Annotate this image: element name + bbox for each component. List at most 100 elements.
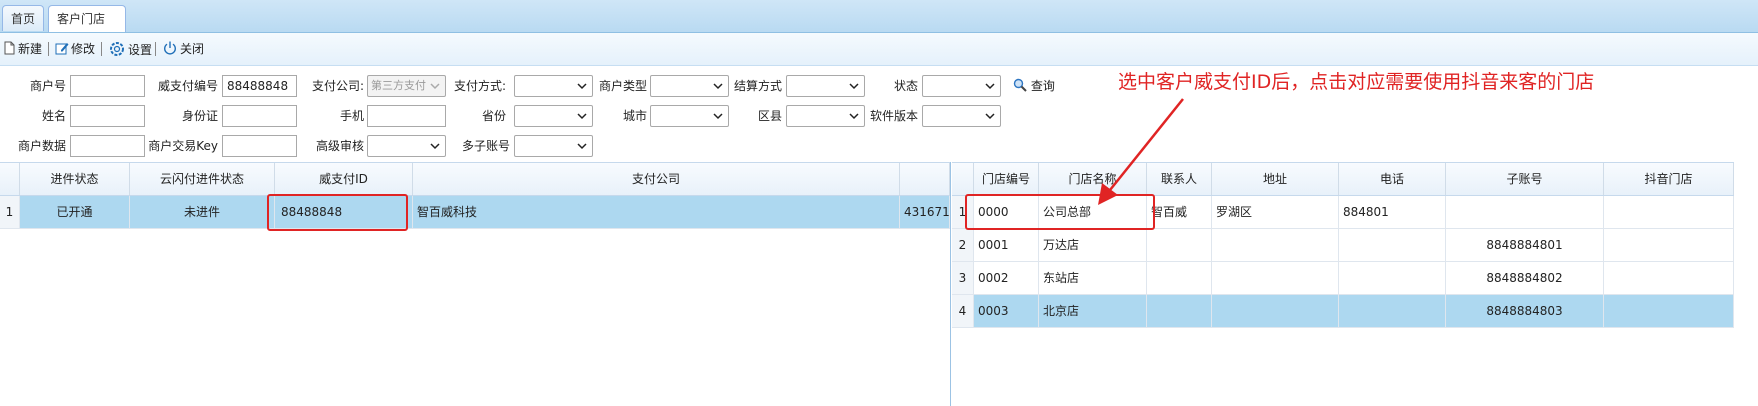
close-button[interactable]: 关闭 [162,40,204,58]
chevron-down-icon [985,113,995,120]
chevron-down-icon [577,113,587,120]
tab-bar: 首页 客户门店× [0,0,1758,52]
settle-method-select[interactable] [786,75,865,97]
yun-status-cell: 未进件 [130,196,275,228]
city-label: 城市 [622,109,647,123]
district-label: 区县 [757,109,782,123]
panel-divider[interactable] [950,162,951,406]
column-header[interactable]: 进件状态 [20,163,130,195]
phone-cell [1339,262,1446,294]
province-select[interactable] [514,105,593,127]
row-number: 2 [952,229,974,261]
right-grid-header: 门店编号 门店名称 联系人 地址 电话 子账号 抖音门店 [952,162,1734,196]
phone-cell [1339,229,1446,261]
query-button[interactable]: 查询 [1013,76,1055,96]
pay-company-select[interactable]: 第三方支付 [367,75,446,97]
pay-method-select[interactable] [514,75,593,97]
wei-pay-no-input[interactable]: 88488848 [222,75,297,97]
edit-button[interactable]: 修改 [55,40,95,58]
multi-sub-account-label: 多子账号 [461,139,510,153]
store-name-cell: 东站店 [1039,262,1147,294]
column-header[interactable]: 地址 [1212,163,1339,195]
chevron-down-icon [849,113,859,120]
pay-method-label: 支付方式: [453,79,506,93]
merchant-type-select[interactable] [650,75,729,97]
store-code-cell: 0001 [974,229,1039,261]
toolbar-separator [155,42,156,56]
phone-input[interactable] [367,105,446,127]
settings-button[interactable]: 设置 [108,40,152,58]
gear-icon [110,42,124,56]
merchant-data-key-input[interactable] [70,135,145,157]
pay-company-label: 支付公司: [311,79,364,93]
status-cell: 已开通 [20,196,130,228]
phone-label: 手机 [339,109,364,123]
chevron-down-icon [430,83,440,90]
chevron-down-icon [430,143,440,150]
table-row[interactable]: 3 0002 东站店 8848884802 [952,262,1734,295]
search-icon [1013,78,1027,92]
merchant-data-key-label: 商户数据Key [17,139,66,177]
new-button[interactable]: 新建 [2,40,42,58]
tab-home-label: 首页 [11,12,36,26]
chevron-down-icon [577,143,587,150]
douyin-store-cell[interactable] [1604,229,1734,261]
row-number: 4 [952,295,974,327]
phone-cell: 884801 [1339,196,1446,228]
douyin-store-cell[interactable] [1604,295,1734,327]
column-header[interactable]: 门店编号 [974,163,1039,195]
douyin-store-cell[interactable] [1604,262,1734,294]
annotation-arrow-icon [1098,98,1184,205]
chevron-down-icon [985,83,995,90]
status-select[interactable] [922,75,1001,97]
name-input[interactable] [70,105,145,127]
edit-button-label: 修改 [71,42,96,56]
table-row[interactable]: 4 0003 北京店 8848884803 [952,295,1734,328]
settings-button-label: 设置 [128,43,153,57]
id-card-input[interactable] [222,105,297,127]
merchant-type-label: 商户类型 [598,79,647,93]
name-label: 姓名 [41,109,66,123]
table-row[interactable]: 2 0001 万达店 8848884801 [952,229,1734,262]
tab-home[interactable]: 首页 [2,5,44,31]
annotation-text: 选中客户威支付ID后，点击对应需要使用抖音来客的门店 [1118,71,1595,93]
id-card-label: 身份证 [181,109,218,123]
merchant-no-input[interactable] [70,75,145,97]
edit-icon [55,43,69,55]
city-select[interactable] [650,105,729,127]
row-number-header [952,163,974,195]
column-header[interactable]: 威支付ID [275,163,413,195]
extra-cell: 4316710 [900,196,950,228]
sub-account-cell: 8848884801 [1446,229,1604,261]
column-header[interactable]: 支付公司 [413,163,900,195]
column-header[interactable] [900,163,950,195]
store-name-cell: 万达店 [1039,229,1147,261]
column-header[interactable]: 云闪付进件状态 [130,163,275,195]
pay-company-placeholder: 第三方支付 [371,79,426,92]
new-button-label: 新建 [18,42,43,56]
douyin-store-cell[interactable] [1604,196,1734,228]
column-header[interactable]: 抖音门店 [1604,163,1734,195]
advanced-review-select[interactable] [367,135,446,157]
district-select[interactable] [786,105,865,127]
merchant-no-label: 商户号 [29,79,66,93]
toolbar-separator [101,42,102,56]
sub-account-cell: 8848884803 [1446,295,1604,327]
row-number: 3 [952,262,974,294]
toolbar-separator [48,42,49,56]
advanced-review-label: 高级审核 [315,139,364,153]
multi-sub-account-select[interactable] [514,135,593,157]
table-row[interactable]: 1 已开通 未进件 88488848 智百威科技 4316710 [0,196,950,229]
software-version-select[interactable] [922,105,1001,127]
store-code-cell: 0003 [974,295,1039,327]
tab-customer-store[interactable]: 客户门店× [48,5,126,52]
chevron-down-icon [577,83,587,90]
sub-account-cell: 8848884802 [1446,262,1604,294]
phone-cell [1339,295,1446,327]
contact-cell [1147,229,1212,261]
close-button-label: 关闭 [180,42,205,56]
column-header[interactable]: 子账号 [1446,163,1604,195]
column-header[interactable]: 电话 [1339,163,1446,195]
merchant-trade-key-input[interactable] [222,135,297,157]
chevron-down-icon [713,83,723,90]
